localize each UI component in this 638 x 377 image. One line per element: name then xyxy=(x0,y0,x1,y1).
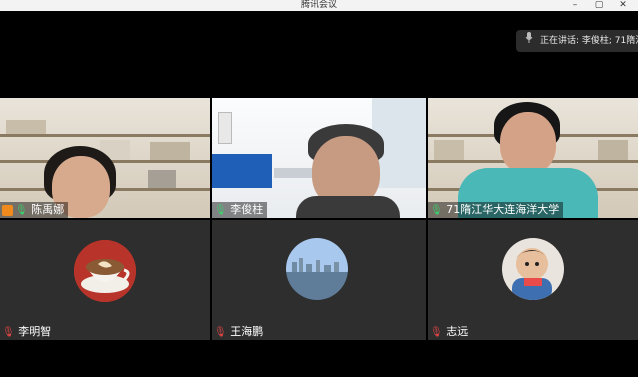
microphone-muted-icon: 🎙 xyxy=(214,327,227,338)
participant-nametag: 🎙 71隋江华大连海洋大学 xyxy=(428,202,564,218)
window-title: 腾讯会议 xyxy=(300,0,337,10)
video-tile-1[interactable]: 🎙 陈禹娜 xyxy=(0,98,210,218)
video-tile-4[interactable]: 🎙 李明智 xyxy=(0,220,210,340)
avatar-coffee-cup xyxy=(74,240,136,302)
microphone-icon: 🎙 xyxy=(214,205,227,216)
participant-nametag: 🎙 志远 xyxy=(428,324,472,340)
minimize-icon[interactable]: – xyxy=(566,0,584,11)
participant-nametag: 🎙 李明智 xyxy=(0,324,55,340)
participant-name: 志远 xyxy=(446,325,469,338)
speaking-text: 正在讲话: 李俊柱; 71隋江... xyxy=(540,36,638,46)
participant-name: 陈禹娜 xyxy=(31,203,65,216)
microphone-icon xyxy=(522,30,536,52)
close-icon[interactable]: ✕ xyxy=(614,0,632,11)
microphone-muted-icon: 🎙 xyxy=(2,327,15,338)
video-tile-2[interactable]: 🎙 李俊柱 xyxy=(212,98,426,218)
participant-name: 李俊柱 xyxy=(230,203,264,216)
participant-nametag: 🎙 李俊柱 xyxy=(212,202,268,218)
maximize-icon[interactable]: ▢ xyxy=(590,0,608,11)
microphone-icon: 🎙 xyxy=(15,205,28,216)
participant-nametag: 🎙 王海鹏 xyxy=(212,324,267,340)
participant-name: 王海鹏 xyxy=(230,325,264,338)
video-tile-6[interactable]: 🎙 志远 xyxy=(428,220,638,340)
participant-nametag: 🎙 陈禹娜 xyxy=(0,202,69,218)
video-tile-5[interactable]: 🎙 王海鹏 xyxy=(212,220,426,340)
participant-name: 李明智 xyxy=(18,325,52,338)
microphone-muted-icon: 🎙 xyxy=(430,327,443,338)
avatar-city-skyline xyxy=(286,238,348,300)
participant-name: 71隋江华大连海洋大学 xyxy=(446,203,560,216)
microphone-icon: 🎙 xyxy=(430,205,443,216)
speaking-indicator: 正在讲话: 李俊柱; 71隋江... xyxy=(516,30,638,52)
host-icon xyxy=(2,204,13,216)
window-title-bar: 腾讯会议 xyxy=(0,0,638,11)
video-tile-3[interactable]: 🎙 71隋江华大连海洋大学 xyxy=(428,98,638,218)
avatar-child-photo xyxy=(502,238,564,300)
